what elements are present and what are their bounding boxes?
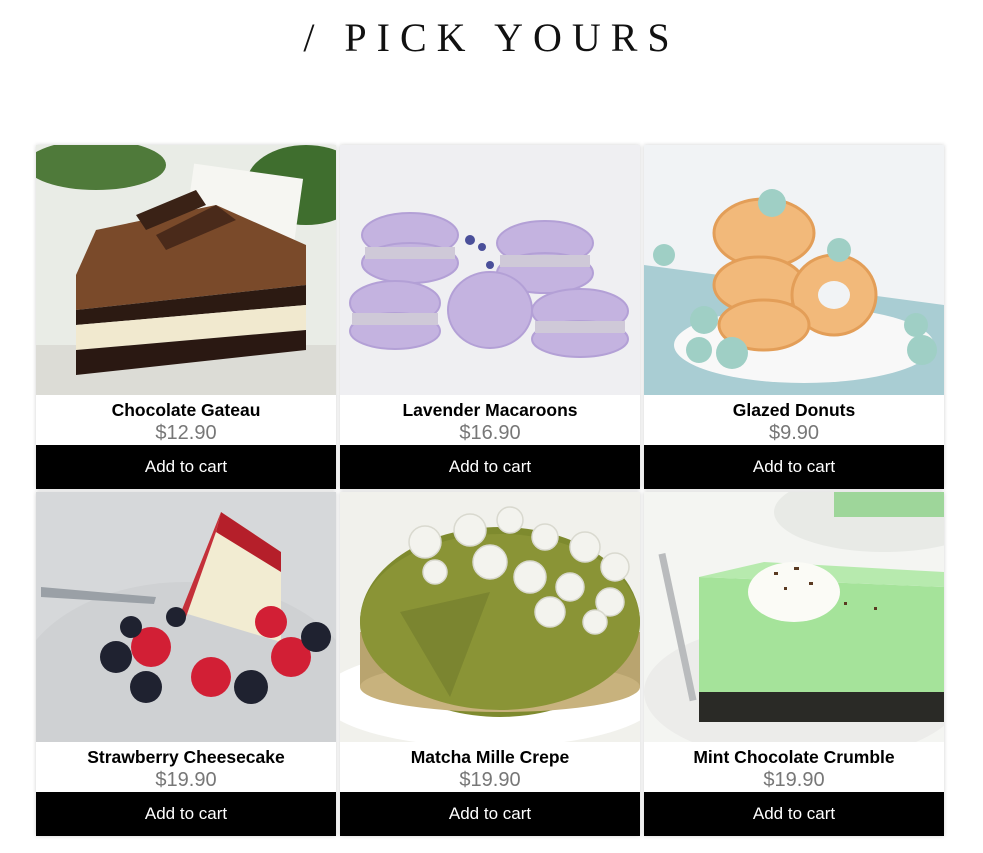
add-to-cart-button[interactable]: Add to cart [644,792,944,836]
product-card: Mint Chocolate Crumble $19.90 Add to car… [644,492,944,836]
product-name: Strawberry Cheesecake [87,747,285,767]
add-to-cart-button[interactable]: Add to cart [36,792,336,836]
lavender-macaroons-image[interactable] [340,145,640,395]
product-card: Chocolate Gateau $12.90 Add to cart [36,145,336,489]
matcha-mille-crepe-image[interactable] [340,492,640,742]
product-price: $19.90 [459,769,521,791]
product-name: Glazed Donuts [732,400,856,420]
product-price: $9.90 [768,422,820,444]
product-card: Strawberry Cheesecake $19.90 Add to cart [36,492,336,836]
add-to-cart-button[interactable]: Add to cart [340,792,640,836]
product-price: $19.90 [155,769,217,791]
add-to-cart-button[interactable]: Add to cart [340,445,640,489]
product-name: Lavender Macaroons [402,400,578,420]
mint-chocolate-crumble-image[interactable] [644,492,944,742]
product-price: $16.90 [459,422,521,444]
glazed-donuts-image[interactable] [644,145,944,395]
add-to-cart-button[interactable]: Add to cart [36,445,336,489]
page-title: / PICK YOURS [303,15,680,60]
product-card: Lavender Macaroons $16.90 Add to cart [340,145,640,489]
product-grid: Chocolate Gateau $12.90 Add to cart Lave… [36,145,948,836]
add-to-cart-button[interactable]: Add to cart [644,445,944,489]
product-card: Matcha Mille Crepe $19.90 Add to cart [340,492,640,836]
chocolate-gateau-image[interactable] [36,145,336,395]
product-card: Glazed Donuts $9.90 Add to cart [644,145,944,489]
product-price: $12.90 [155,422,217,444]
product-name: Matcha Mille Crepe [410,747,570,767]
product-name: Mint Chocolate Crumble [693,747,895,767]
product-price: $19.90 [763,769,825,791]
product-name: Chocolate Gateau [111,400,261,420]
strawberry-cheesecake-image[interactable] [36,492,336,742]
